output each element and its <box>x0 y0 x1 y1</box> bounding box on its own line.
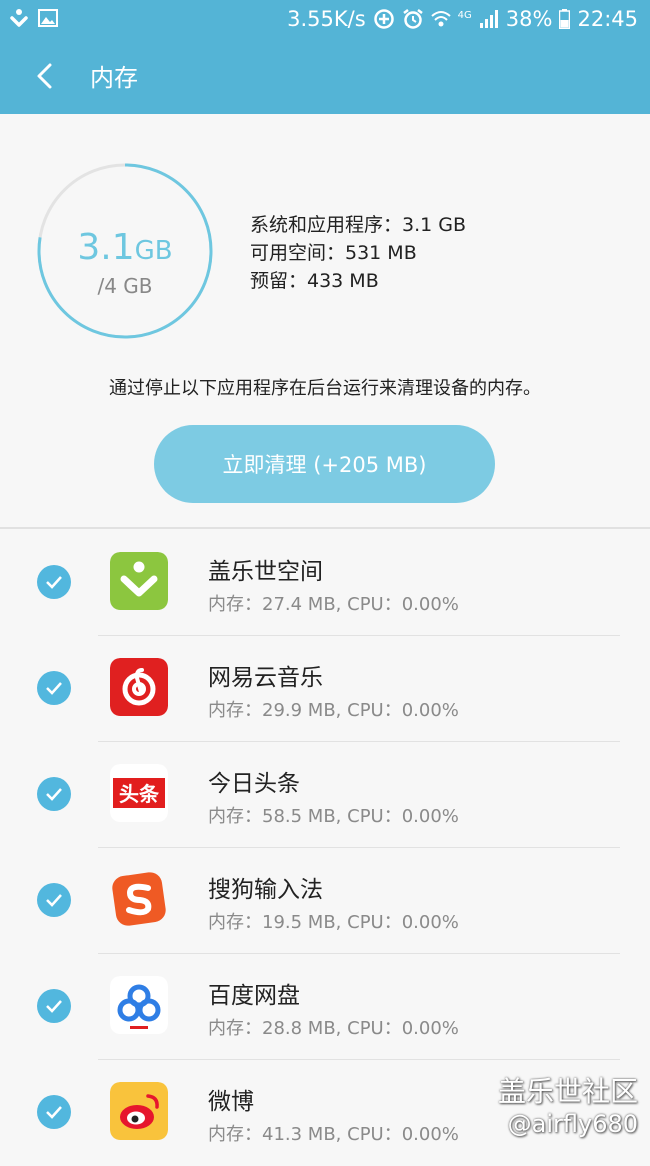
list-item[interactable]: 网易云音乐 内存：29.9 MB, CPU：0.00% <box>0 636 650 742</box>
divider <box>0 527 650 529</box>
image-notification-icon <box>38 9 58 27</box>
watermark-user: @airfly680 <box>507 1110 638 1138</box>
list-item[interactable]: 盖乐世空间 内存：27.4 MB, CPU：0.00% <box>0 530 650 636</box>
check-icon <box>46 788 62 801</box>
check-icon <box>46 576 62 589</box>
wifi-icon <box>430 11 451 27</box>
weibo-icon <box>110 1082 168 1140</box>
memory-used: 3.1GB <box>36 228 214 271</box>
list-item[interactable]: 头条 今日头条 内存：58.5 MB, CPU：0.00% <box>0 742 650 848</box>
check-icon <box>46 1106 62 1119</box>
check-icon <box>46 894 62 907</box>
checkbox-checked[interactable] <box>37 989 71 1023</box>
signal-icon <box>479 10 498 28</box>
app-name: 今日头条 <box>208 771 300 797</box>
app-bar: 内存 <box>0 38 650 114</box>
clean-now-button[interactable]: 立即清理 (+205 MB) <box>154 425 495 503</box>
data-saver-icon <box>373 9 394 29</box>
checkbox-checked[interactable] <box>37 777 71 811</box>
app-name: 百度网盘 <box>208 983 300 1009</box>
list-item[interactable]: 搜狗输入法 内存：19.5 MB, CPU：0.00% <box>0 848 650 954</box>
check-icon <box>46 1000 62 1013</box>
clock: 22:45 <box>577 7 638 31</box>
app-usage: 内存：27.4 MB, CPU：0.00% <box>208 594 459 615</box>
status-bar: 3.55K/s 4G 38% 22:45 <box>0 0 650 38</box>
checkbox-checked[interactable] <box>37 1095 71 1129</box>
checkbox-checked[interactable] <box>37 883 71 917</box>
list-item[interactable]: 百度网盘 内存：28.8 MB, CPU：0.00% <box>0 954 650 1060</box>
check-icon <box>46 682 62 695</box>
checkbox-checked[interactable] <box>37 565 71 599</box>
alarm-icon <box>402 9 423 29</box>
stat-system-apps: 系统和应用程序：3.1 GB <box>250 214 467 236</box>
app-usage: 内存：19.5 MB, CPU：0.00% <box>208 912 459 933</box>
memory-total: /4 GB <box>97 274 153 298</box>
page-title: 内存 <box>90 64 138 92</box>
toutiao-icon-text: 头条 <box>119 782 160 806</box>
battery-icon <box>559 9 571 29</box>
app-name: 网易云音乐 <box>208 665 323 691</box>
watermark-community: 盖乐世社区 <box>497 1075 638 1108</box>
app-name: 搜狗输入法 <box>208 877 323 903</box>
network-speed: 3.55K/s <box>287 7 366 31</box>
app-usage: 内存：41.3 MB, CPU：0.00% <box>208 1124 459 1145</box>
back-arrow-icon[interactable] <box>32 62 58 90</box>
memory-used-unit: GB <box>134 236 173 266</box>
toutiao-icon: 头条 <box>110 764 168 822</box>
app-name: 盖乐世空间 <box>208 559 323 585</box>
app-usage: 内存：28.8 MB, CPU：0.00% <box>208 1018 459 1039</box>
memory-used-value: 3.1 <box>77 227 135 268</box>
stat-free-space: 可用空间：531 MB <box>250 242 417 264</box>
app-usage: 内存：58.5 MB, CPU：0.00% <box>208 806 459 827</box>
memory-stats: 系统和应用程序：3.1 GB 可用空间：531 MB 预留：433 MB <box>250 211 466 295</box>
baidu-netdisk-icon <box>110 976 168 1034</box>
app-name: 微博 <box>208 1089 254 1115</box>
sogou-input-icon <box>112 872 166 926</box>
download-notification-icon <box>10 9 28 27</box>
checkbox-checked[interactable] <box>37 671 71 705</box>
netease-music-icon <box>110 658 168 716</box>
clean-description: 通过停止以下应用程序在后台运行来清理设备的内存。 <box>109 378 541 399</box>
app-usage: 内存：29.9 MB, CPU：0.00% <box>208 700 459 721</box>
galaxy-space-icon <box>110 552 168 610</box>
network-type: 4G <box>457 9 472 21</box>
stat-reserved: 预留：433 MB <box>250 270 379 292</box>
battery-percent: 38% <box>505 7 553 31</box>
